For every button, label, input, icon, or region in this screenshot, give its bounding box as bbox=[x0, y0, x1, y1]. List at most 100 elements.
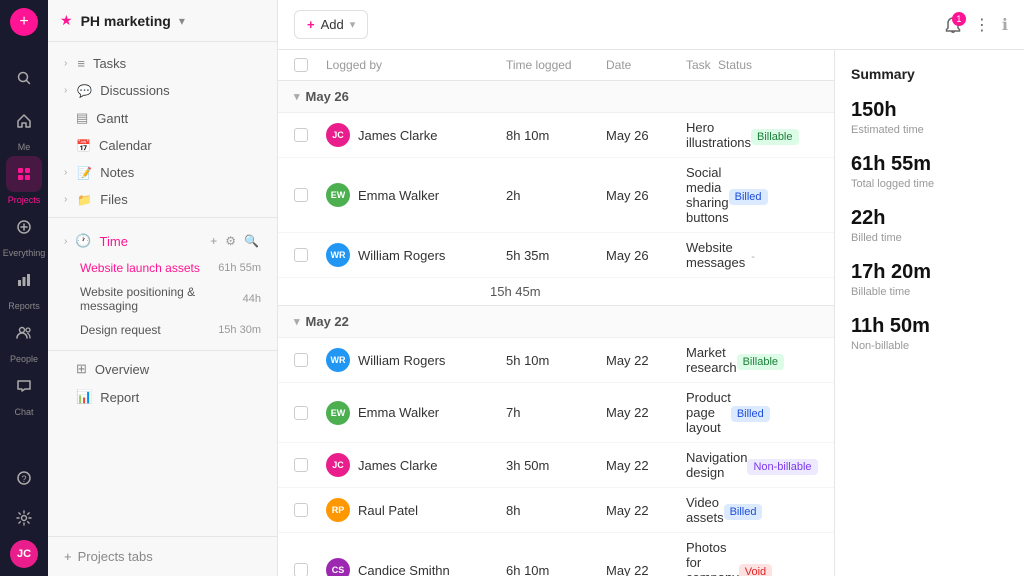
header-actions: 1 ⋮ ℹ bbox=[944, 15, 1008, 35]
content-area: Logged by Time logged Date Task Status ▾… bbox=[278, 50, 1024, 576]
row-checkbox[interactable] bbox=[294, 128, 326, 142]
status: Billed bbox=[724, 503, 824, 518]
sidebar-item-calendar[interactable]: 📅 Calendar bbox=[48, 132, 277, 159]
sidebar-item-gantt[interactable]: ▤ Gantt bbox=[48, 104, 277, 132]
notification-wrapper[interactable]: 1 bbox=[944, 16, 962, 34]
time-sub-item-website-positioning[interactable]: Website positioning & messaging 44h bbox=[48, 280, 277, 318]
user-name: Emma Walker bbox=[358, 405, 439, 420]
date: May 22 bbox=[606, 563, 686, 576]
sidebar-item-report[interactable]: 📊 Report bbox=[48, 383, 277, 411]
group-header-may26[interactable]: ▾May 26 bbox=[278, 81, 834, 113]
status: Billed bbox=[731, 405, 831, 420]
sidebar-header[interactable]: ★ PH marketing ▾ bbox=[48, 0, 277, 42]
time-search-icon[interactable]: 🔍 bbox=[242, 232, 261, 250]
global-add-button[interactable]: + bbox=[10, 8, 38, 36]
reports-icon[interactable] bbox=[6, 262, 42, 298]
time-logged: 2h bbox=[506, 188, 606, 203]
task: Product page layout bbox=[686, 390, 731, 435]
home-icon[interactable] bbox=[6, 103, 42, 139]
time-add-icon[interactable]: + bbox=[208, 232, 219, 250]
everything-icon[interactable] bbox=[6, 209, 42, 245]
help-icon[interactable]: ? bbox=[6, 460, 42, 496]
gantt-icon: ▤ bbox=[76, 110, 88, 126]
settings-icon[interactable] bbox=[6, 500, 42, 536]
time-logged: 5h 10m bbox=[506, 353, 606, 368]
sidebar-item-tasks[interactable]: › ≡ Tasks bbox=[48, 50, 277, 77]
row-checkbox[interactable] bbox=[294, 406, 326, 420]
table-row[interactable]: WR William Rogers 5h 10m May 22 Market r… bbox=[278, 338, 834, 383]
row-checkbox[interactable] bbox=[294, 188, 326, 202]
chat-label: Chat bbox=[14, 407, 33, 417]
time-sub-item-design-request[interactable]: Design request 15h 30m bbox=[48, 318, 277, 342]
status-badge: Billed bbox=[731, 406, 770, 422]
time-header[interactable]: › 🕐 Time + ⚙ 🔍 bbox=[48, 226, 277, 256]
row-checkbox[interactable] bbox=[294, 563, 326, 576]
group-chevron: ▾ bbox=[294, 315, 300, 328]
summary-item-2: 22h Billed time bbox=[851, 206, 1008, 244]
table-row[interactable]: RP Raul Patel 8h May 22 Video assets Bil… bbox=[278, 488, 834, 533]
tasks-icon: ≡ bbox=[77, 56, 85, 71]
row-checkbox[interactable] bbox=[294, 248, 326, 262]
summary-value: 61h 55m bbox=[851, 152, 1008, 176]
summary-label: Non-billable bbox=[851, 340, 1008, 352]
user-avatar: JC bbox=[326, 123, 350, 147]
time-filter-icon[interactable]: ⚙ bbox=[223, 232, 238, 250]
overview-label: Overview bbox=[95, 362, 149, 377]
sidebar-item-files[interactable]: › 📁 Files bbox=[48, 186, 277, 213]
report-label: Report bbox=[100, 390, 139, 405]
design-request-time: 15h 30m bbox=[218, 324, 261, 336]
status-badge: Non-billable bbox=[747, 459, 817, 475]
overview-icon: ⊞ bbox=[76, 361, 87, 377]
status: Void bbox=[739, 563, 834, 576]
website-launch-time: 61h 55m bbox=[218, 262, 261, 274]
status: - bbox=[745, 248, 834, 263]
summary-panel: Summary 150h Estimated time 61h 55m Tota… bbox=[834, 50, 1024, 576]
time-sub-item-website-launch[interactable]: Website launch assets 61h 55m bbox=[48, 256, 277, 280]
summary-label: Estimated time bbox=[851, 124, 1008, 136]
group-header-may22[interactable]: ▾May 22 bbox=[278, 306, 834, 338]
user-avatar: WR bbox=[326, 348, 350, 372]
user-cell: CS Candice Smithn bbox=[326, 558, 506, 576]
row-checkbox[interactable] bbox=[294, 458, 326, 472]
info-icon[interactable]: ℹ bbox=[1002, 15, 1008, 35]
user-avatar: EW bbox=[326, 183, 350, 207]
row-checkbox[interactable] bbox=[294, 503, 326, 517]
header-checkbox[interactable] bbox=[294, 58, 308, 72]
summary-label: Total logged time bbox=[851, 178, 1008, 190]
add-projects-tabs-button[interactable]: + Projects tabs bbox=[64, 549, 261, 564]
chat-icon[interactable] bbox=[6, 368, 42, 404]
summary-value: 17h 20m bbox=[851, 260, 1008, 284]
reports-label: Reports bbox=[8, 301, 40, 311]
table-row[interactable]: JC James Clarke 3h 50m May 22 Navigation… bbox=[278, 443, 834, 488]
time-logged: 3h 50m bbox=[506, 458, 606, 473]
people-icon[interactable] bbox=[6, 315, 42, 351]
sidebar-item-notes[interactable]: › 📝 Notes bbox=[48, 159, 277, 186]
col-status: Status bbox=[718, 58, 818, 72]
task: Hero illustrations bbox=[686, 120, 751, 150]
star-icon: ★ bbox=[60, 12, 73, 29]
projects-icon[interactable] bbox=[6, 156, 42, 192]
time-logged: 8h bbox=[506, 503, 606, 518]
table-row[interactable]: EW Emma Walker 2h May 26 Social media sh… bbox=[278, 158, 834, 233]
time-logged: 6h 10m bbox=[506, 563, 606, 576]
add-plus-icon: + bbox=[307, 17, 315, 32]
table-row[interactable]: EW Emma Walker 7h May 22 Product page la… bbox=[278, 383, 834, 443]
date: May 26 bbox=[606, 128, 686, 143]
sidebar-item-overview[interactable]: ⊞ Overview bbox=[48, 355, 277, 383]
table-row[interactable]: WR William Rogers 5h 35m May 26 Website … bbox=[278, 233, 834, 278]
add-button[interactable]: + Add ▾ bbox=[294, 10, 368, 39]
row-checkbox[interactable] bbox=[294, 353, 326, 367]
table-row[interactable]: JC James Clarke 8h 10m May 26 Hero illus… bbox=[278, 113, 834, 158]
table-row[interactable]: CS Candice Smithn 6h 10m May 22 Photos f… bbox=[278, 533, 834, 576]
date: May 22 bbox=[606, 405, 686, 420]
user-avatar[interactable]: JC bbox=[10, 540, 38, 568]
more-menu-icon[interactable]: ⋮ bbox=[974, 15, 990, 35]
files-chevron: › bbox=[64, 194, 67, 205]
projects-label: Projects bbox=[8, 195, 41, 205]
add-tab-label: Projects tabs bbox=[78, 549, 153, 564]
user-avatar: CS bbox=[326, 558, 350, 576]
status-badge: Billable bbox=[737, 354, 784, 370]
search-icon[interactable] bbox=[6, 60, 42, 96]
sidebar-item-discussions[interactable]: › 💬 Discussions bbox=[48, 77, 277, 104]
project-name: PH marketing bbox=[81, 13, 171, 29]
